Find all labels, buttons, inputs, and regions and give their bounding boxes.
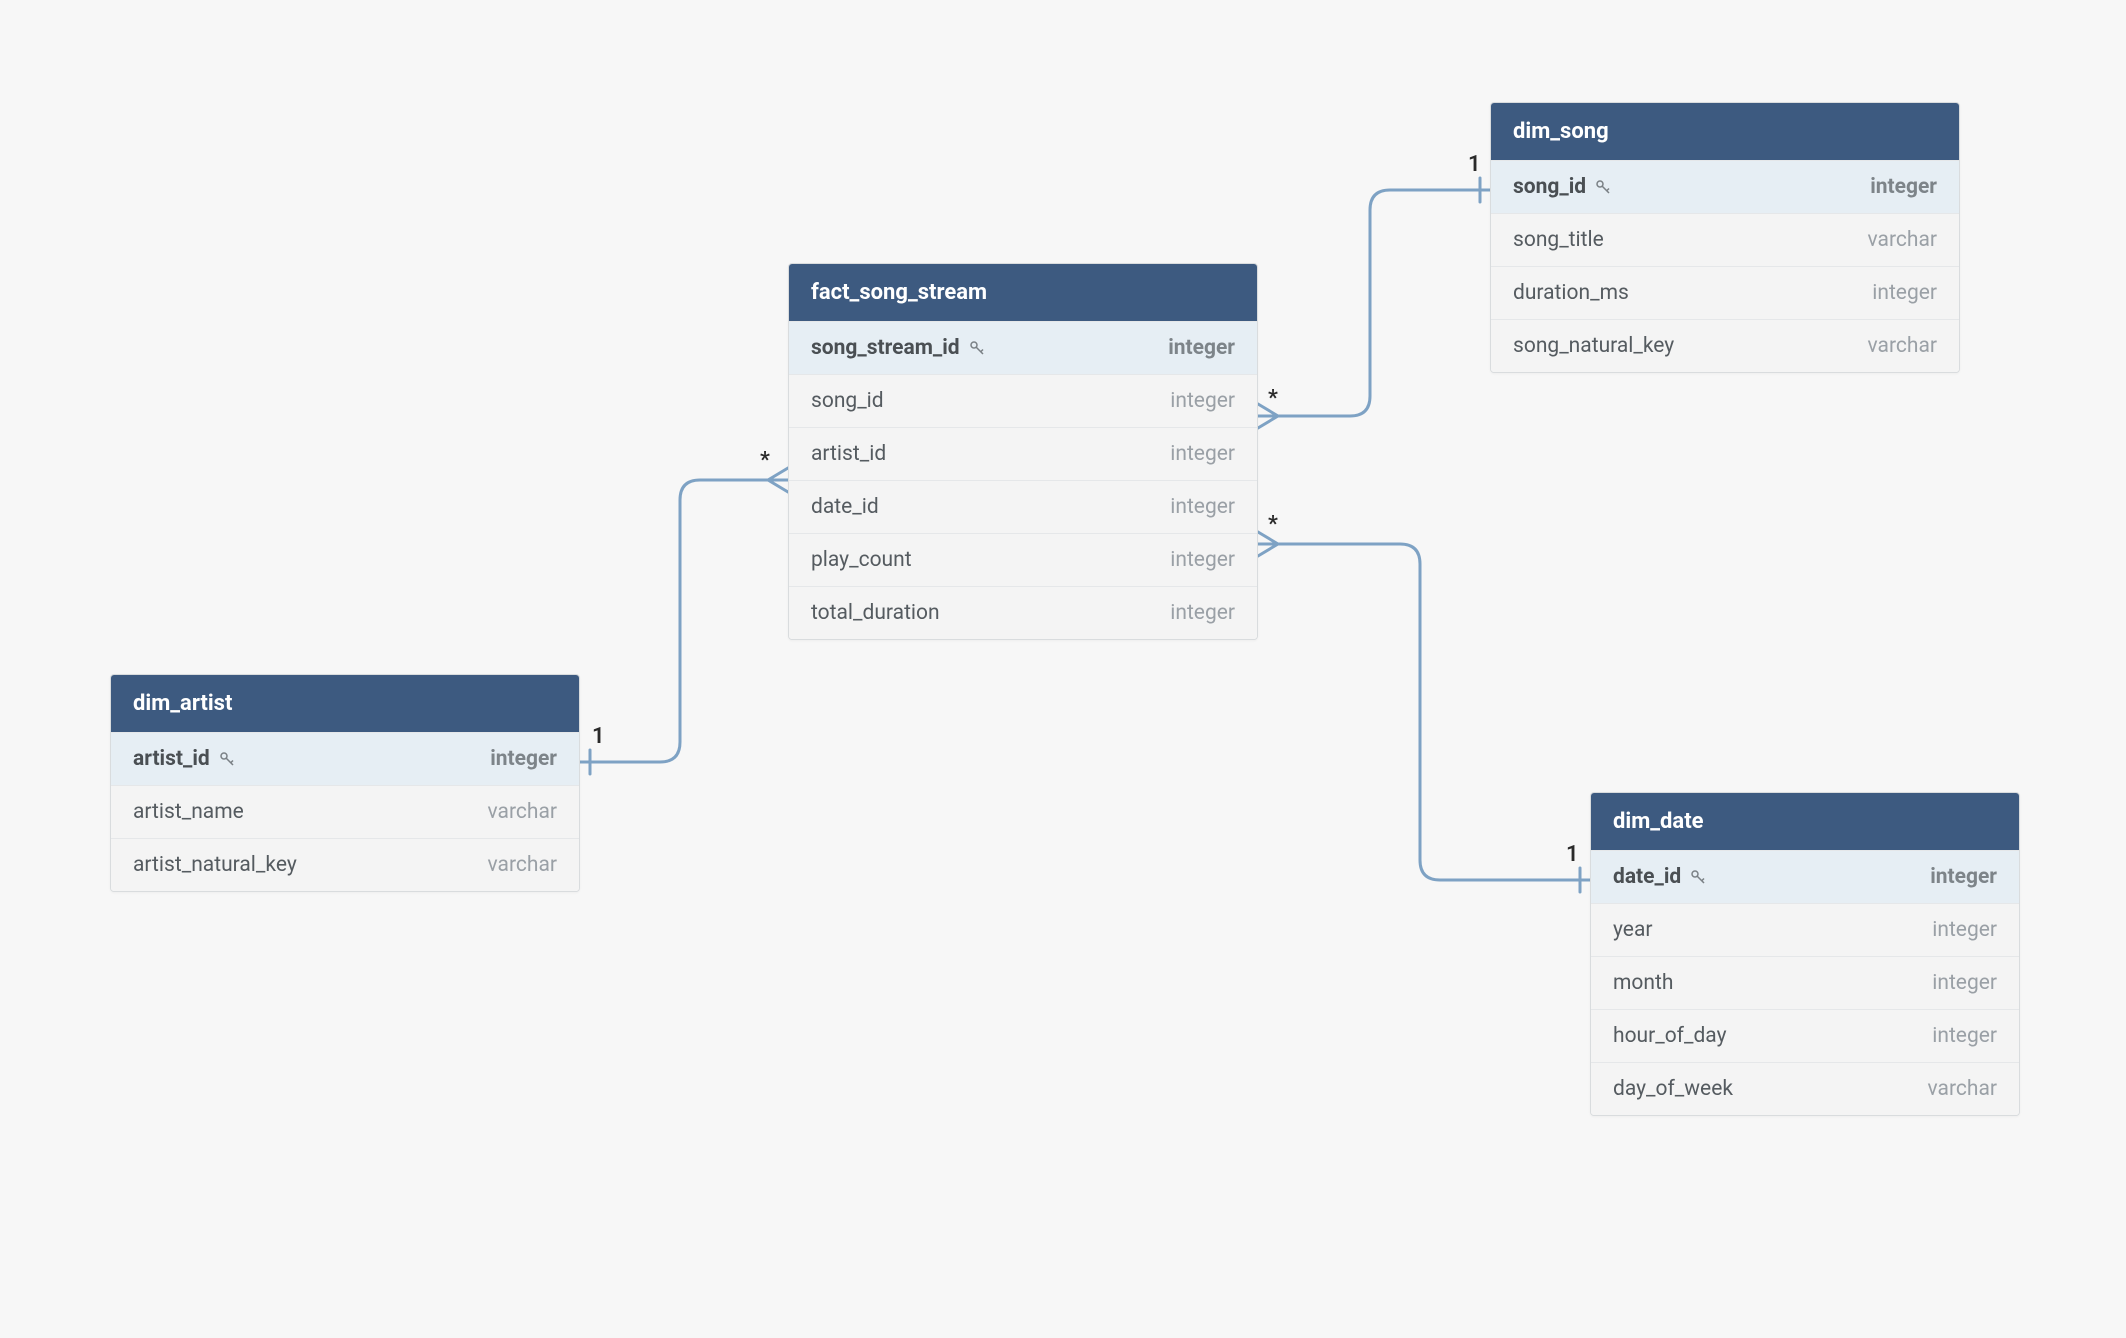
rel-fact-to-date bbox=[1258, 544, 1590, 880]
column-name: artist_id bbox=[133, 747, 236, 771]
column-name: play_count bbox=[811, 548, 912, 572]
table-dim-artist[interactable]: dim_artist artist_id integer artist_name… bbox=[110, 674, 580, 892]
column-type: integer bbox=[1170, 389, 1235, 413]
key-icon bbox=[1689, 868, 1707, 886]
key-icon bbox=[968, 339, 986, 357]
key-icon bbox=[218, 750, 236, 768]
key-icon bbox=[1594, 178, 1612, 196]
column-type: varchar bbox=[1868, 334, 1937, 358]
cardinality-artist-many: * bbox=[760, 448, 770, 473]
table-row[interactable]: duration_ms integer bbox=[1491, 266, 1959, 319]
column-name: total_duration bbox=[811, 601, 940, 625]
column-name: song_id bbox=[811, 389, 884, 413]
rel-fact-to-song bbox=[1258, 190, 1490, 416]
table-row[interactable]: song_title varchar bbox=[1491, 213, 1959, 266]
column-type: integer bbox=[1170, 442, 1235, 466]
cardinality-artist-one: 1 bbox=[592, 724, 605, 749]
table-fact-song-stream[interactable]: fact_song_stream song_stream_id integer … bbox=[788, 263, 1258, 640]
column-name: artist_id bbox=[811, 442, 886, 466]
column-type: integer bbox=[1170, 548, 1235, 572]
column-type: integer bbox=[1932, 971, 1997, 995]
table-row[interactable]: artist_name varchar bbox=[111, 785, 579, 838]
cardinality-date-one: 1 bbox=[1566, 842, 1579, 867]
column-name: song_id bbox=[1513, 175, 1612, 199]
cardinality-date-many: * bbox=[1268, 512, 1278, 537]
table-row[interactable]: date_id integer bbox=[789, 480, 1257, 533]
column-name: date_id bbox=[811, 495, 879, 519]
table-row[interactable]: month integer bbox=[1591, 956, 2019, 1009]
table-row[interactable]: play_count integer bbox=[789, 533, 1257, 586]
column-type: integer bbox=[1932, 1024, 1997, 1048]
column-type: varchar bbox=[1868, 228, 1937, 252]
table-dim-song[interactable]: dim_song song_id integer song_title varc… bbox=[1490, 102, 1960, 373]
table-row[interactable]: song_id integer bbox=[1491, 160, 1959, 213]
table-header: fact_song_stream bbox=[789, 264, 1257, 321]
table-row[interactable]: artist_natural_key varchar bbox=[111, 838, 579, 891]
column-type: integer bbox=[1930, 865, 1997, 889]
table-row[interactable]: year integer bbox=[1591, 903, 2019, 956]
column-type: integer bbox=[1170, 495, 1235, 519]
column-type: integer bbox=[1168, 336, 1235, 360]
column-name: artist_natural_key bbox=[133, 853, 297, 877]
column-type: varchar bbox=[488, 853, 557, 877]
column-type: integer bbox=[1870, 175, 1937, 199]
column-name: duration_ms bbox=[1513, 281, 1629, 305]
table-header: dim_date bbox=[1591, 793, 2019, 850]
cardinality-song-many: * bbox=[1268, 386, 1278, 411]
table-row[interactable]: day_of_week varchar bbox=[1591, 1062, 2019, 1115]
column-type: integer bbox=[1872, 281, 1937, 305]
column-name: song_stream_id bbox=[811, 336, 986, 360]
er-diagram-canvas: * 1 * 1 * 1 fact_song_stream song_stream… bbox=[0, 0, 2126, 1338]
column-name: artist_name bbox=[133, 800, 244, 824]
column-name: hour_of_day bbox=[1613, 1024, 1727, 1048]
rel-fact-to-artist bbox=[580, 480, 788, 762]
column-name: day_of_week bbox=[1613, 1077, 1733, 1101]
column-name: year bbox=[1613, 918, 1652, 942]
cardinality-song-one: 1 bbox=[1468, 152, 1481, 177]
column-name: month bbox=[1613, 971, 1673, 995]
column-type: integer bbox=[490, 747, 557, 771]
column-name: song_natural_key bbox=[1513, 334, 1674, 358]
table-dim-date[interactable]: dim_date date_id integer year integer mo… bbox=[1590, 792, 2020, 1116]
table-row[interactable]: date_id integer bbox=[1591, 850, 2019, 903]
crowfoot-artist-many bbox=[768, 468, 788, 492]
table-header: dim_artist bbox=[111, 675, 579, 732]
column-type: varchar bbox=[488, 800, 557, 824]
table-row[interactable]: song_natural_key varchar bbox=[1491, 319, 1959, 372]
table-row[interactable]: song_stream_id integer bbox=[789, 321, 1257, 374]
table-row[interactable]: song_id integer bbox=[789, 374, 1257, 427]
column-name: date_id bbox=[1613, 865, 1707, 889]
table-row[interactable]: artist_id integer bbox=[789, 427, 1257, 480]
column-name: song_title bbox=[1513, 228, 1604, 252]
column-type: integer bbox=[1170, 601, 1235, 625]
table-row[interactable]: hour_of_day integer bbox=[1591, 1009, 2019, 1062]
column-type: varchar bbox=[1928, 1077, 1997, 1101]
column-type: integer bbox=[1932, 918, 1997, 942]
table-header: dim_song bbox=[1491, 103, 1959, 160]
table-row[interactable]: total_duration integer bbox=[789, 586, 1257, 639]
table-row[interactable]: artist_id integer bbox=[111, 732, 579, 785]
